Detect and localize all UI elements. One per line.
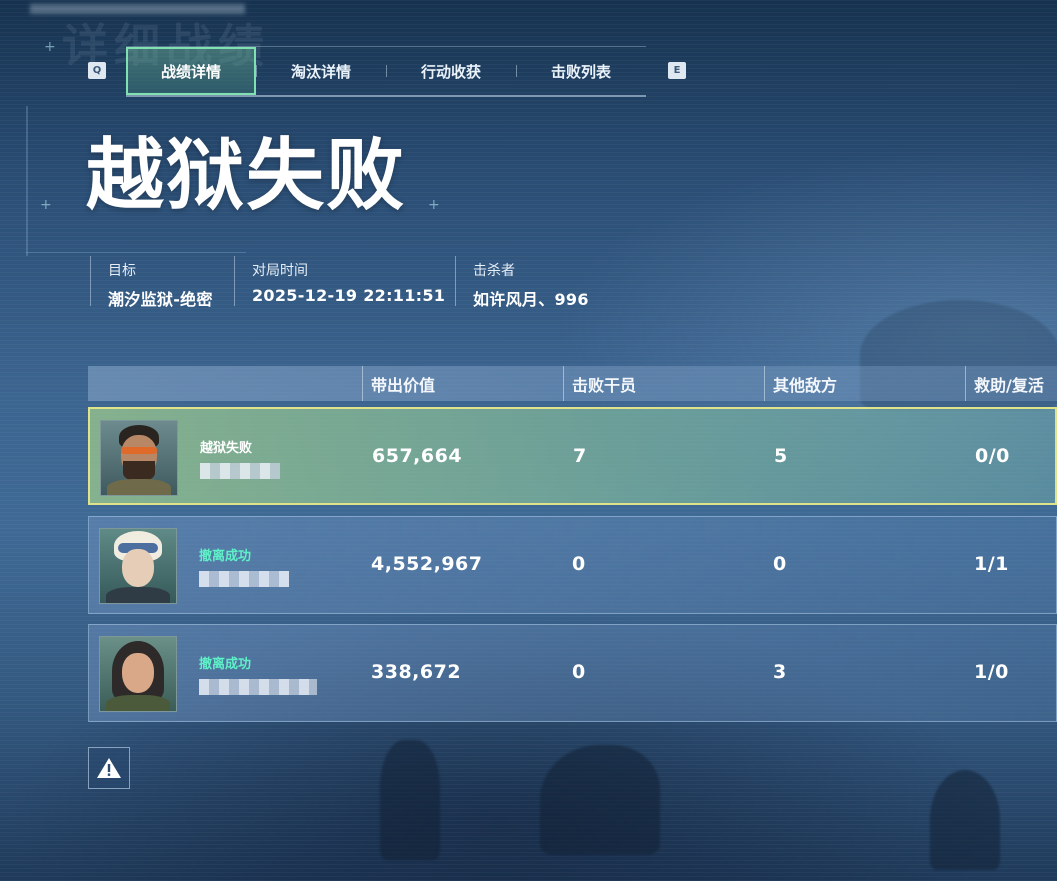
tab-operation-loot[interactable]: 行动收获 (386, 47, 516, 95)
avatar (100, 420, 178, 496)
player-status: 撤离成功 (199, 549, 252, 564)
table-row[interactable]: 撤离成功 338,672 0 3 1/0 (88, 624, 1057, 722)
killer-label: 击杀者 (473, 263, 515, 279)
player-name-blurred (200, 463, 280, 479)
crosshair-mark: + (40, 197, 52, 213)
info-killer: 击杀者 如许风月、996 (455, 256, 589, 309)
crosshair-mark: + (44, 39, 56, 55)
match-time-value: 2025-12-19 22:11:51 (252, 286, 446, 305)
cell-value: 657,664 (372, 445, 463, 467)
player-status: 越狱失败 (200, 441, 253, 456)
next-tab-key[interactable]: E (668, 62, 686, 79)
tab-bar: 战绩详情 淘汰详情 行动收获 击败列表 (126, 46, 646, 97)
tab-kill-list[interactable]: 击败列表 (516, 47, 646, 95)
avatar (99, 636, 177, 712)
table-row[interactable]: 撤离成功 4,552,967 0 0 1/1 (88, 516, 1057, 614)
match-time-label: 对局时间 (252, 263, 308, 279)
column-header-value: 带出价值 (362, 366, 435, 401)
soldier-silhouette (930, 770, 1000, 870)
cell-others: 5 (774, 445, 788, 467)
killer-value: 如许风月、996 (473, 290, 589, 309)
player-status: 撤离成功 (199, 657, 252, 672)
crosshair-mark: + (428, 197, 440, 213)
cell-kills: 0 (572, 661, 586, 683)
prev-tab-key[interactable]: Q (88, 62, 106, 79)
column-header-others: 其他敌方 (764, 366, 837, 401)
avatar (99, 528, 177, 604)
column-header-kills: 击败干员 (563, 366, 636, 401)
player-name-blurred (199, 571, 289, 587)
report-button[interactable] (88, 747, 130, 789)
result-title: 越狱失败 (86, 131, 407, 221)
cell-assist: 1/1 (974, 553, 1009, 575)
tab-battle-details[interactable]: 战绩详情 (126, 47, 256, 95)
info-target: 目标 潮汐监狱-绝密 (90, 256, 213, 309)
player-name-blurred (199, 679, 317, 695)
tab-elimination-details[interactable]: 淘汰详情 (256, 47, 386, 95)
cell-kills: 7 (573, 445, 587, 467)
frame-line (26, 106, 28, 256)
cell-assist: 1/0 (974, 661, 1009, 683)
cell-kills: 0 (572, 553, 586, 575)
frame-line (26, 252, 246, 253)
info-match-time: 对局时间 2025-12-19 22:11:51 (234, 256, 445, 306)
column-header-assist: 救助/复活 (965, 366, 1044, 401)
cell-assist: 0/0 (975, 445, 1010, 467)
soldier-silhouette (540, 745, 660, 855)
target-value: 潮汐监狱-绝密 (108, 290, 213, 309)
table-row[interactable]: 越狱失败 657,664 7 5 0/0 (88, 407, 1057, 505)
cell-others: 3 (773, 661, 787, 683)
target-label: 目标 (108, 263, 136, 279)
table-header: 带出价值 击败干员 其他敌方 救助/复活 (88, 366, 1057, 401)
cell-others: 0 (773, 553, 787, 575)
soldier-silhouette (380, 740, 440, 860)
cell-value: 4,552,967 (371, 553, 483, 575)
cell-value: 338,672 (371, 661, 462, 683)
warning-icon (97, 758, 121, 778)
